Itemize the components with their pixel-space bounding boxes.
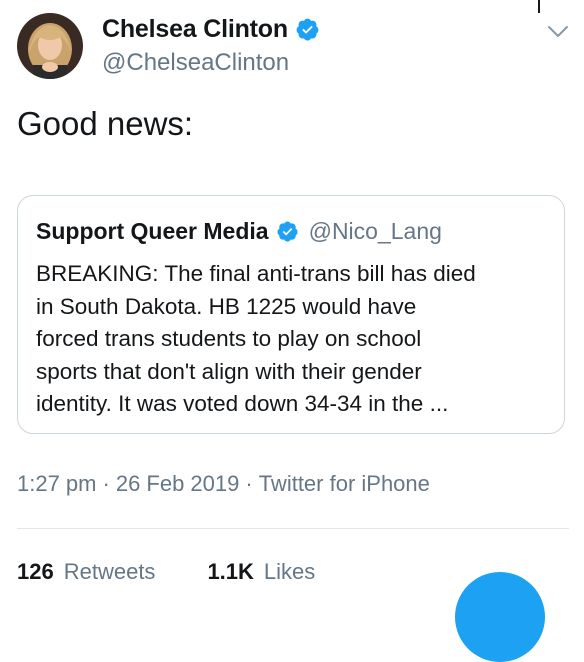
- verified-badge-icon: [276, 220, 299, 243]
- meta-separator: ·: [245, 471, 253, 496]
- tweet-header: Chelsea Clinton @ChelseaClinton: [17, 11, 577, 81]
- author-handle[interactable]: @ChelseaClinton: [102, 49, 289, 77]
- quoted-tweet-text: BREAKING: The final anti-trans bill has …: [36, 261, 476, 417]
- tweet-date: 26 Feb 2019: [115, 471, 240, 496]
- retweets-count: 126: [17, 559, 54, 584]
- tweet-source[interactable]: Twitter for iPhone: [259, 471, 430, 496]
- profile-photo-icon: [17, 13, 83, 79]
- compose-button[interactable]: [455, 572, 545, 662]
- quoted-author-name: Support Queer Media: [36, 217, 269, 244]
- likes-stat[interactable]: 1.1K Likes: [207, 559, 315, 585]
- verified-badge-icon: [295, 17, 320, 42]
- tweet-meta: 1:27 pm · 26 Feb 2019 · Twitter for iPhone: [17, 471, 430, 497]
- retweets-label: Retweets: [63, 559, 156, 584]
- retweets-stat[interactable]: 126 Retweets: [17, 559, 155, 585]
- chevron-down-icon[interactable]: [547, 25, 569, 39]
- divider: [17, 528, 569, 529]
- author-name-row: Chelsea Clinton: [102, 15, 320, 44]
- avatar[interactable]: [17, 13, 83, 79]
- quoted-tweet-header: Support Queer Media @Nico_Lang: [36, 214, 546, 248]
- likes-count: 1.1K: [207, 559, 254, 584]
- quoted-tweet-card[interactable]: Support Queer Media @Nico_Lang BREAKING:…: [17, 195, 565, 434]
- author-name[interactable]: Chelsea Clinton: [102, 15, 288, 44]
- likes-label: Likes: [263, 559, 316, 584]
- tweet-time: 1:27 pm: [17, 471, 97, 496]
- meta-separator: ·: [102, 471, 110, 496]
- tweet-stats: 126 Retweets 1.1K Likes: [17, 559, 315, 585]
- tweet-text: Good news:: [17, 105, 194, 142]
- quoted-author-handle: @Nico_Lang: [308, 217, 442, 244]
